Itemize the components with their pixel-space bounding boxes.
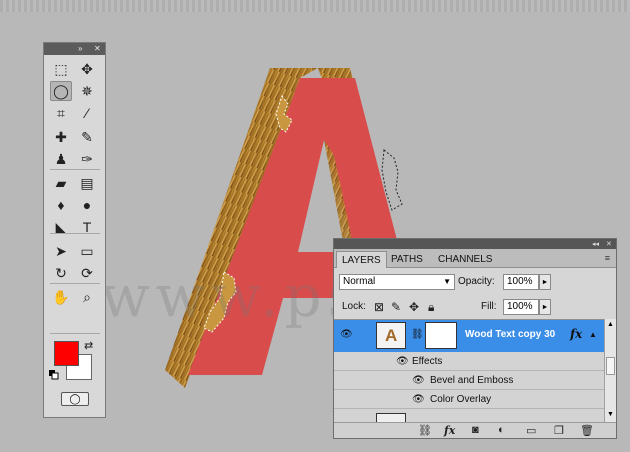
default-colors-icon[interactable] [49, 370, 59, 380]
layers-scrollbar[interactable]: ▲ ▼ [604, 319, 616, 423]
chevron-down-icon: ▼ [443, 277, 451, 286]
pen-tool-icon[interactable]: ◣ [50, 217, 72, 237]
path-selection-tool-icon[interactable]: ➤ [50, 241, 72, 261]
collapse-effects-icon[interactable]: ▲ [589, 330, 597, 339]
close-icon[interactable]: ✕ [94, 45, 101, 53]
adjustment-layer-icon[interactable]: ◐ [498, 424, 505, 436]
add-mask-icon[interactable]: ◙ [472, 424, 479, 436]
opacity-input[interactable]: 100% [503, 274, 539, 290]
effects-row[interactable]: 👁︎ Effects [334, 352, 604, 371]
opacity-slider-button[interactable]: ► [539, 274, 551, 290]
tab-channels[interactable]: CHANNELS [433, 251, 497, 268]
3d-orbit-tool-icon[interactable]: ⟳ [76, 263, 98, 283]
tools-panel: » ✕ ⬚ ✥ ◯ ✵ ⌗ ⁄ ✚ ✎ ♟ ✑ ▰ ▤ ♦ ● ◣ T ➤ ▭ ↻ ⟳ ✋ ⌕ ⇄ ◯ [43, 42, 106, 418]
eraser-tool-icon[interactable]: ▰ [50, 173, 72, 193]
trash-icon[interactable]: 🗑︎ [580, 424, 594, 437]
layer-thumbnail: A [376, 322, 406, 349]
effects-label: Effects [412, 356, 443, 367]
layers-panel: ◂◂ ✕ LAYERS PATHS CHANNELS ≡ Normal ▼ Op… [333, 238, 617, 439]
tab-paths[interactable]: PATHS [386, 251, 428, 268]
fill-label: Fill: [481, 301, 497, 312]
healing-brush-tool-icon[interactable]: ✚ [50, 127, 72, 147]
opacity-label: Opacity: [458, 276, 495, 287]
layers-list: 👁︎ A ⛓︎ Wood Text copy 30 fx ▲ 👁︎ Effect… [334, 319, 604, 423]
tool-divider [50, 169, 100, 170]
layer-mask-thumbnail[interactable] [425, 322, 457, 349]
collapse-icon[interactable]: » [78, 45, 82, 53]
lasso-tool-icon[interactable]: ◯ [50, 81, 72, 101]
gradient-tool-icon[interactable]: ▤ [76, 173, 98, 193]
crop-tool-icon[interactable]: ⌗ [50, 103, 72, 123]
tab-layers[interactable]: LAYERS [336, 251, 387, 268]
hand-tool-icon[interactable]: ✋ [50, 287, 72, 307]
fill-input[interactable]: 100% [503, 299, 539, 315]
type-tool-icon[interactable]: T [76, 217, 98, 237]
fx-icon[interactable]: fx [444, 424, 455, 437]
move-tool-icon[interactable]: ✥ [76, 59, 98, 79]
quick-mask-button[interactable]: ◯ [61, 392, 89, 406]
lock-pixels-icon[interactable]: ✎ [391, 300, 401, 314]
effect-row-bevel-and-emboss[interactable]: 👁︎ Bevel and Emboss [334, 371, 604, 390]
new-group-icon[interactable]: ▭ [526, 424, 536, 437]
swap-colors-icon[interactable]: ⇄ [84, 339, 93, 352]
visibility-eye-icon[interactable]: 👁︎ [412, 394, 425, 405]
collapse-icon[interactable]: ◂◂ [592, 240, 599, 248]
layers-panel-header[interactable]: ◂◂ ✕ [334, 239, 616, 249]
lock-transparent-icon[interactable]: ⊠ [374, 300, 384, 314]
thumbnail-letter: A [385, 326, 398, 345]
scroll-down-icon[interactable]: ▼ [607, 411, 614, 418]
chevron-right-icon: ► [541, 278, 549, 286]
blend-mode-value: Normal [343, 276, 376, 287]
chevron-right-icon: ► [541, 303, 549, 311]
shape-tool-icon[interactable]: ▭ [76, 241, 98, 261]
effect-row-color-overlay[interactable]: 👁︎ Color Overlay [334, 390, 604, 409]
dodge-tool-icon[interactable]: ● [76, 195, 98, 215]
3d-rotate-tool-icon[interactable]: ↻ [50, 263, 72, 283]
quick-mask-icon: ◯ [69, 393, 81, 405]
rect-marquee-tool-icon[interactable]: ⬚ [50, 59, 72, 79]
blur-tool-icon[interactable]: ♦ [50, 195, 72, 215]
tool-divider [50, 283, 100, 284]
new-layer-icon[interactable]: ❐ [554, 424, 564, 437]
tool-divider [50, 233, 100, 234]
visibility-eye-icon[interactable]: 👁︎ [340, 329, 353, 340]
effect-label: Bevel and Emboss [430, 375, 514, 386]
scrollbar-thumb[interactable] [606, 357, 615, 375]
blend-mode-select[interactable]: Normal ▼ [339, 274, 455, 290]
visibility-eye-icon[interactable]: 👁︎ [396, 356, 409, 367]
tools-panel-header[interactable]: » ✕ [44, 43, 105, 55]
panel-tabs: LAYERS PATHS CHANNELS ≡ [334, 249, 616, 268]
layers-footer: ⛓︎ fx ◙ ◐ ▭ ❐ 🗑︎ [334, 422, 616, 438]
brush-tool-icon[interactable]: ✎ [76, 127, 98, 147]
tool-divider [50, 333, 100, 334]
clone-stamp-tool-icon[interactable]: ♟ [50, 149, 72, 169]
zoom-tool-icon[interactable]: ⌕ [76, 287, 98, 307]
effect-label: Color Overlay [430, 394, 492, 405]
panel-menu-icon[interactable]: ≡ [605, 253, 610, 263]
lock-label: Lock: [342, 301, 366, 312]
visibility-eye-icon[interactable]: 👁︎ [412, 375, 425, 386]
layer-fx-icon[interactable]: fx [570, 327, 582, 341]
eyedropper-tool-icon[interactable]: ⁄ [76, 103, 98, 123]
link-chain-icon[interactable]: ⛓︎ [411, 329, 424, 340]
magic-wand-tool-icon[interactable]: ✵ [76, 81, 98, 101]
scroll-up-icon[interactable]: ▲ [607, 321, 614, 328]
lock-all-icon[interactable]: 🔒︎ [428, 300, 434, 315]
fill-slider-button[interactable]: ► [539, 299, 551, 315]
layer-name[interactable]: Wood Text copy 30 [465, 329, 555, 340]
history-brush-tool-icon[interactable]: ✑ [76, 149, 98, 169]
layer-row-wood-text-copy-30[interactable]: 👁︎ A ⛓︎ Wood Text copy 30 fx ▲ [334, 320, 604, 352]
lock-position-icon[interactable]: ✥ [409, 300, 419, 314]
close-icon[interactable]: ✕ [606, 240, 612, 248]
link-layers-icon[interactable]: ⛓︎ [418, 424, 432, 437]
foreground-color-swatch[interactable] [54, 341, 79, 366]
